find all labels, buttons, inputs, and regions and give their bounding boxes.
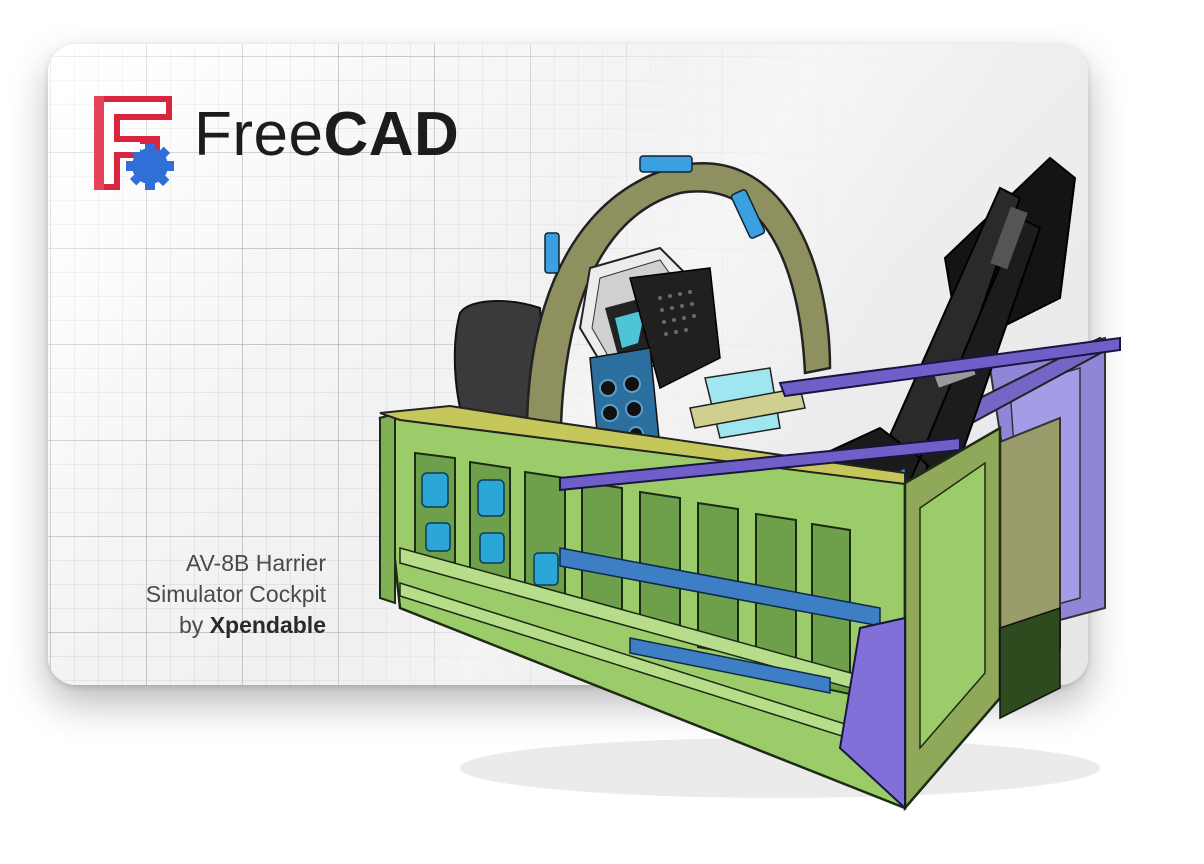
cockpit-model-illustration [378,155,1121,812]
caption-line-2: Simulator Cockpit [145,581,326,607]
title-light: Free [194,100,324,169]
freecad-logo-icon [94,96,174,190]
caption-line-1: AV-8B Harrier [185,550,326,576]
model-caption: AV-8B Harrier Simulator Cockpit by Xpend… [60,548,326,641]
caption-by: by [179,612,210,638]
caption-line-3: by Xpendable [60,610,326,641]
caption-author: Xpendable [209,612,326,638]
